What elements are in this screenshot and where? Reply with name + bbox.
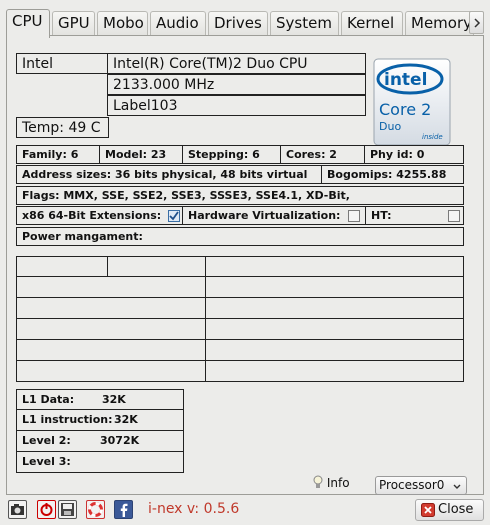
cpu-stepping: Stepping: 6 [182,145,281,164]
cpu-clock: 2133.000 MHz [107,74,366,95]
cache-l1-data-value: 32K [102,393,126,406]
table-cell [205,360,464,382]
close-button[interactable]: Close [415,499,484,521]
tab-gpu[interactable]: GPU [52,11,95,36]
close-icon [421,503,435,517]
cpu-cores: Cores: 2 [280,145,365,164]
ht-field: HT: [365,206,464,225]
info-text: Info [326,476,350,490]
empty-info-table [16,256,464,382]
intel-core2-duo-logo: intel Core 2 Duo inside [372,57,452,147]
cpu-vendor: Intel [16,53,108,74]
info-label[interactable]: Info [313,475,350,491]
tab-kernel[interactable]: Kernel [341,11,403,36]
x86-64-label: x86 64-Bit Extensions: [22,209,162,222]
table-cell [16,339,206,361]
intel-sub: Duo [379,120,401,133]
table-cell [205,297,464,319]
cache-l2-label: Level 2: [22,434,71,447]
printer-icon [61,503,74,516]
checkmark-icon [169,211,179,221]
tab-bar: CPU GPU Mobo Audio Drives System Kernel … [6,9,474,38]
close-button-label: Close [438,502,474,517]
x86-64-field: x86 64-Bit Extensions: [16,206,183,225]
table-cell [16,297,206,319]
table-cell [205,256,464,277]
cpu-label: Label103 [107,95,366,116]
lightbulb-icon [313,475,323,488]
processor-select[interactable]: Processor0 [375,476,467,495]
cache-l1-instruction: L1 instruction: 32K [16,409,184,431]
cpu-phy-id: Phy id: 0 [364,145,464,164]
facebook-icon [120,503,128,517]
hw-virt-label: Hardware Virtualization: [188,209,341,222]
tab-scroll-right-button[interactable] [469,11,484,34]
ht-checkbox[interactable] [448,210,460,222]
cache-l1-inst-label: L1 instruction: [22,413,113,426]
table-cell [107,256,206,277]
hw-virt-checkbox[interactable] [348,210,360,222]
intel-brand: intel [384,70,427,90]
version-label: i-nex v: 0.5.6 [148,501,240,517]
chevron-down-icon [453,484,461,489]
shutdown-button[interactable] [37,500,56,519]
save-report-button[interactable] [58,500,77,519]
processor-select-value: Processor0 [379,478,445,492]
cache-l3-label: Level 3: [22,455,71,468]
facebook-button[interactable] [114,500,133,519]
cpu-address-sizes: Address sizes: 36 bits physical, 48 bits… [16,165,322,184]
tab-drives[interactable]: Drives [208,11,268,36]
cpu-family: Family: 6 [16,145,100,164]
table-cell [16,256,108,277]
cpu-model-name: Intel(R) Core(TM)2 Duo CPU [107,53,366,74]
cache-l1-data-label: L1 Data: [22,393,75,406]
table-cell [16,360,206,382]
power-icon [40,503,53,516]
chevron-right-icon [474,18,481,28]
tab-audio[interactable]: Audio [150,11,206,36]
cache-l2-value: 3072K [100,434,140,447]
screenshot-button[interactable] [8,500,27,519]
tab-cpu[interactable]: CPU [6,9,50,38]
table-cell [16,318,206,340]
cache-level-3: Level 3: [16,451,184,473]
lifebuoy-icon [88,502,103,517]
power-management: Power mangament: [16,227,464,246]
intel-line: Core 2 [379,100,431,119]
intel-tag: inside [422,133,443,141]
help-button[interactable] [86,500,105,519]
cpu-temperature: Temp: 49 C [16,117,109,138]
cache-level-2: Level 2: 3072K [16,430,184,452]
cache-l1-data: L1 Data: 32K [16,389,184,410]
table-cell [205,318,464,340]
table-cell [16,276,206,298]
camera-icon [11,504,24,515]
cache-l1-inst-value: 32K [114,413,138,426]
tab-memory[interactable]: Memory [405,11,474,36]
tab-mobo[interactable]: Mobo [97,11,148,36]
table-cell [205,276,464,298]
x86-64-checkbox[interactable] [168,210,180,222]
cpu-flags: Flags: MMX, SSE, SSE2, SSE3, SSSE3, SSE4… [16,186,464,205]
ht-label: HT: [371,209,392,222]
tab-system[interactable]: System [270,11,339,36]
cpu-bogomips: Bogomips: 4255.88 [321,165,464,184]
table-cell [205,339,464,361]
hw-virt-field: Hardware Virtualization: [182,206,366,225]
cpu-model-number: Model: 23 [99,145,183,164]
